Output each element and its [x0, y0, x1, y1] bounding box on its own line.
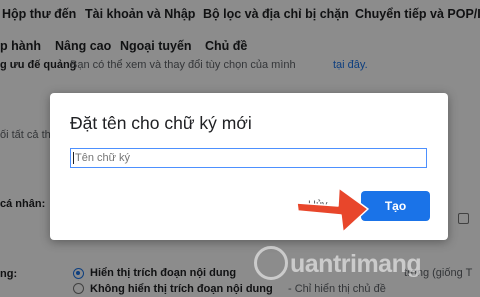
watermark: uantrimang: [232, 236, 480, 294]
watermark-logo-icon: [254, 246, 288, 280]
watermark-text: uantrimang: [290, 250, 422, 278]
